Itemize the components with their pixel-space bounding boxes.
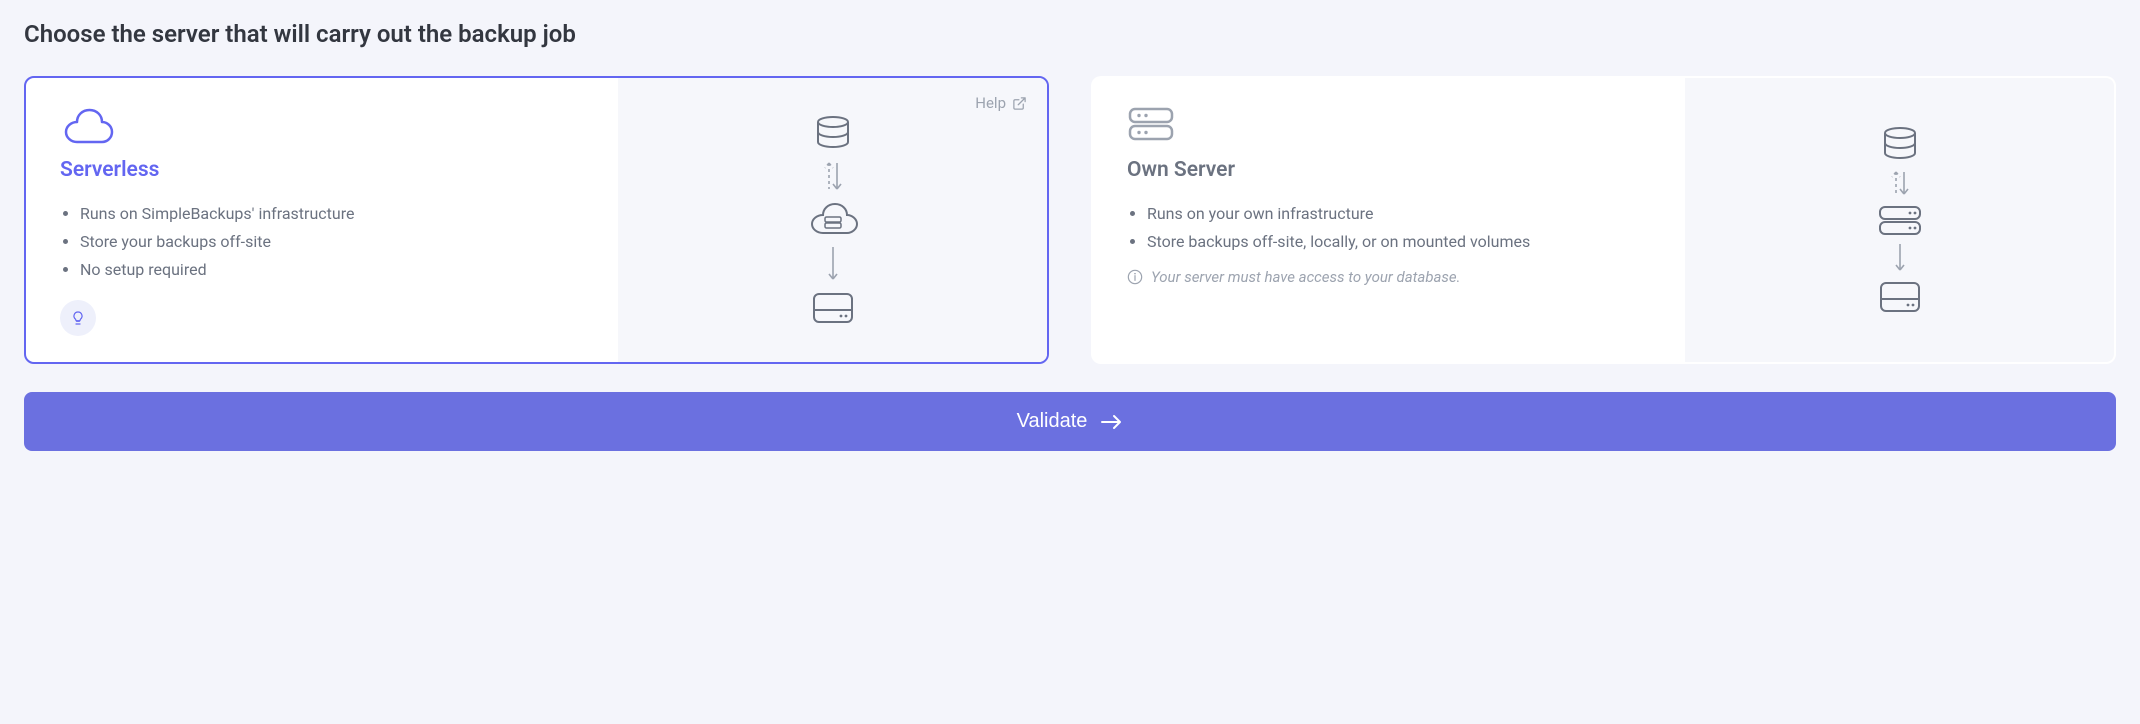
own-server-diagram-panel <box>1685 78 2114 362</box>
storage-icon <box>811 291 855 325</box>
server-icon <box>1127 106 1655 148</box>
serverless-feature-item: No setup required <box>80 256 588 284</box>
arrow-right-icon <box>1101 414 1123 430</box>
own-server-title: Own Server <box>1127 158 1655 182</box>
validate-button[interactable]: Validate <box>24 392 2116 451</box>
own-server-feature-item: Store backups off-site, locally, or on m… <box>1147 228 1655 256</box>
own-server-feature-item: Runs on your own infrastructure <box>1147 200 1655 228</box>
validate-button-label: Validate <box>1017 410 1088 433</box>
cloud-icon <box>60 106 588 148</box>
hint-badge[interactable] <box>60 300 96 336</box>
own-server-features-list: Runs on your own infrastructure Store ba… <box>1127 200 1655 256</box>
bidirectional-arrow-icon <box>821 155 845 197</box>
serverless-card-content: Serverless Runs on SimpleBackups' infras… <box>26 78 618 362</box>
help-link-label: Help <box>975 94 1006 112</box>
serverless-diagram <box>805 115 861 325</box>
serverless-features-list: Runs on SimpleBackups' infrastructure St… <box>60 200 588 284</box>
server-stack-icon <box>1877 204 1923 238</box>
cloud-server-icon <box>805 201 861 241</box>
external-link-icon <box>1012 96 1027 111</box>
info-icon <box>1127 269 1143 285</box>
own-server-diagram <box>1877 126 1923 314</box>
storage-icon <box>1878 280 1922 314</box>
help-link[interactable]: Help <box>975 94 1027 112</box>
own-server-option-card[interactable]: Own Server Runs on your own infrastructu… <box>1091 76 2116 364</box>
database-icon <box>1880 126 1920 162</box>
serverless-diagram-panel: Help <box>618 78 1047 362</box>
own-server-note: Your server must have access to your dat… <box>1127 268 1655 286</box>
own-server-card-content: Own Server Runs on your own infrastructu… <box>1093 78 1685 362</box>
serverless-title: Serverless <box>60 158 588 182</box>
lightbulb-icon <box>70 310 86 326</box>
down-arrow-icon <box>827 245 839 287</box>
serverless-option-card[interactable]: Serverless Runs on SimpleBackups' infras… <box>24 76 1049 364</box>
own-server-note-text: Your server must have access to your dat… <box>1151 268 1460 286</box>
bidirectional-arrow-icon <box>1888 166 1912 200</box>
database-icon <box>813 115 853 151</box>
serverless-feature-item: Store your backups off-site <box>80 228 588 256</box>
server-options-row: Serverless Runs on SimpleBackups' infras… <box>24 76 2116 364</box>
down-arrow-icon <box>1894 242 1906 276</box>
page-title: Choose the server that will carry out th… <box>24 20 2116 48</box>
serverless-feature-item: Runs on SimpleBackups' infrastructure <box>80 200 588 228</box>
